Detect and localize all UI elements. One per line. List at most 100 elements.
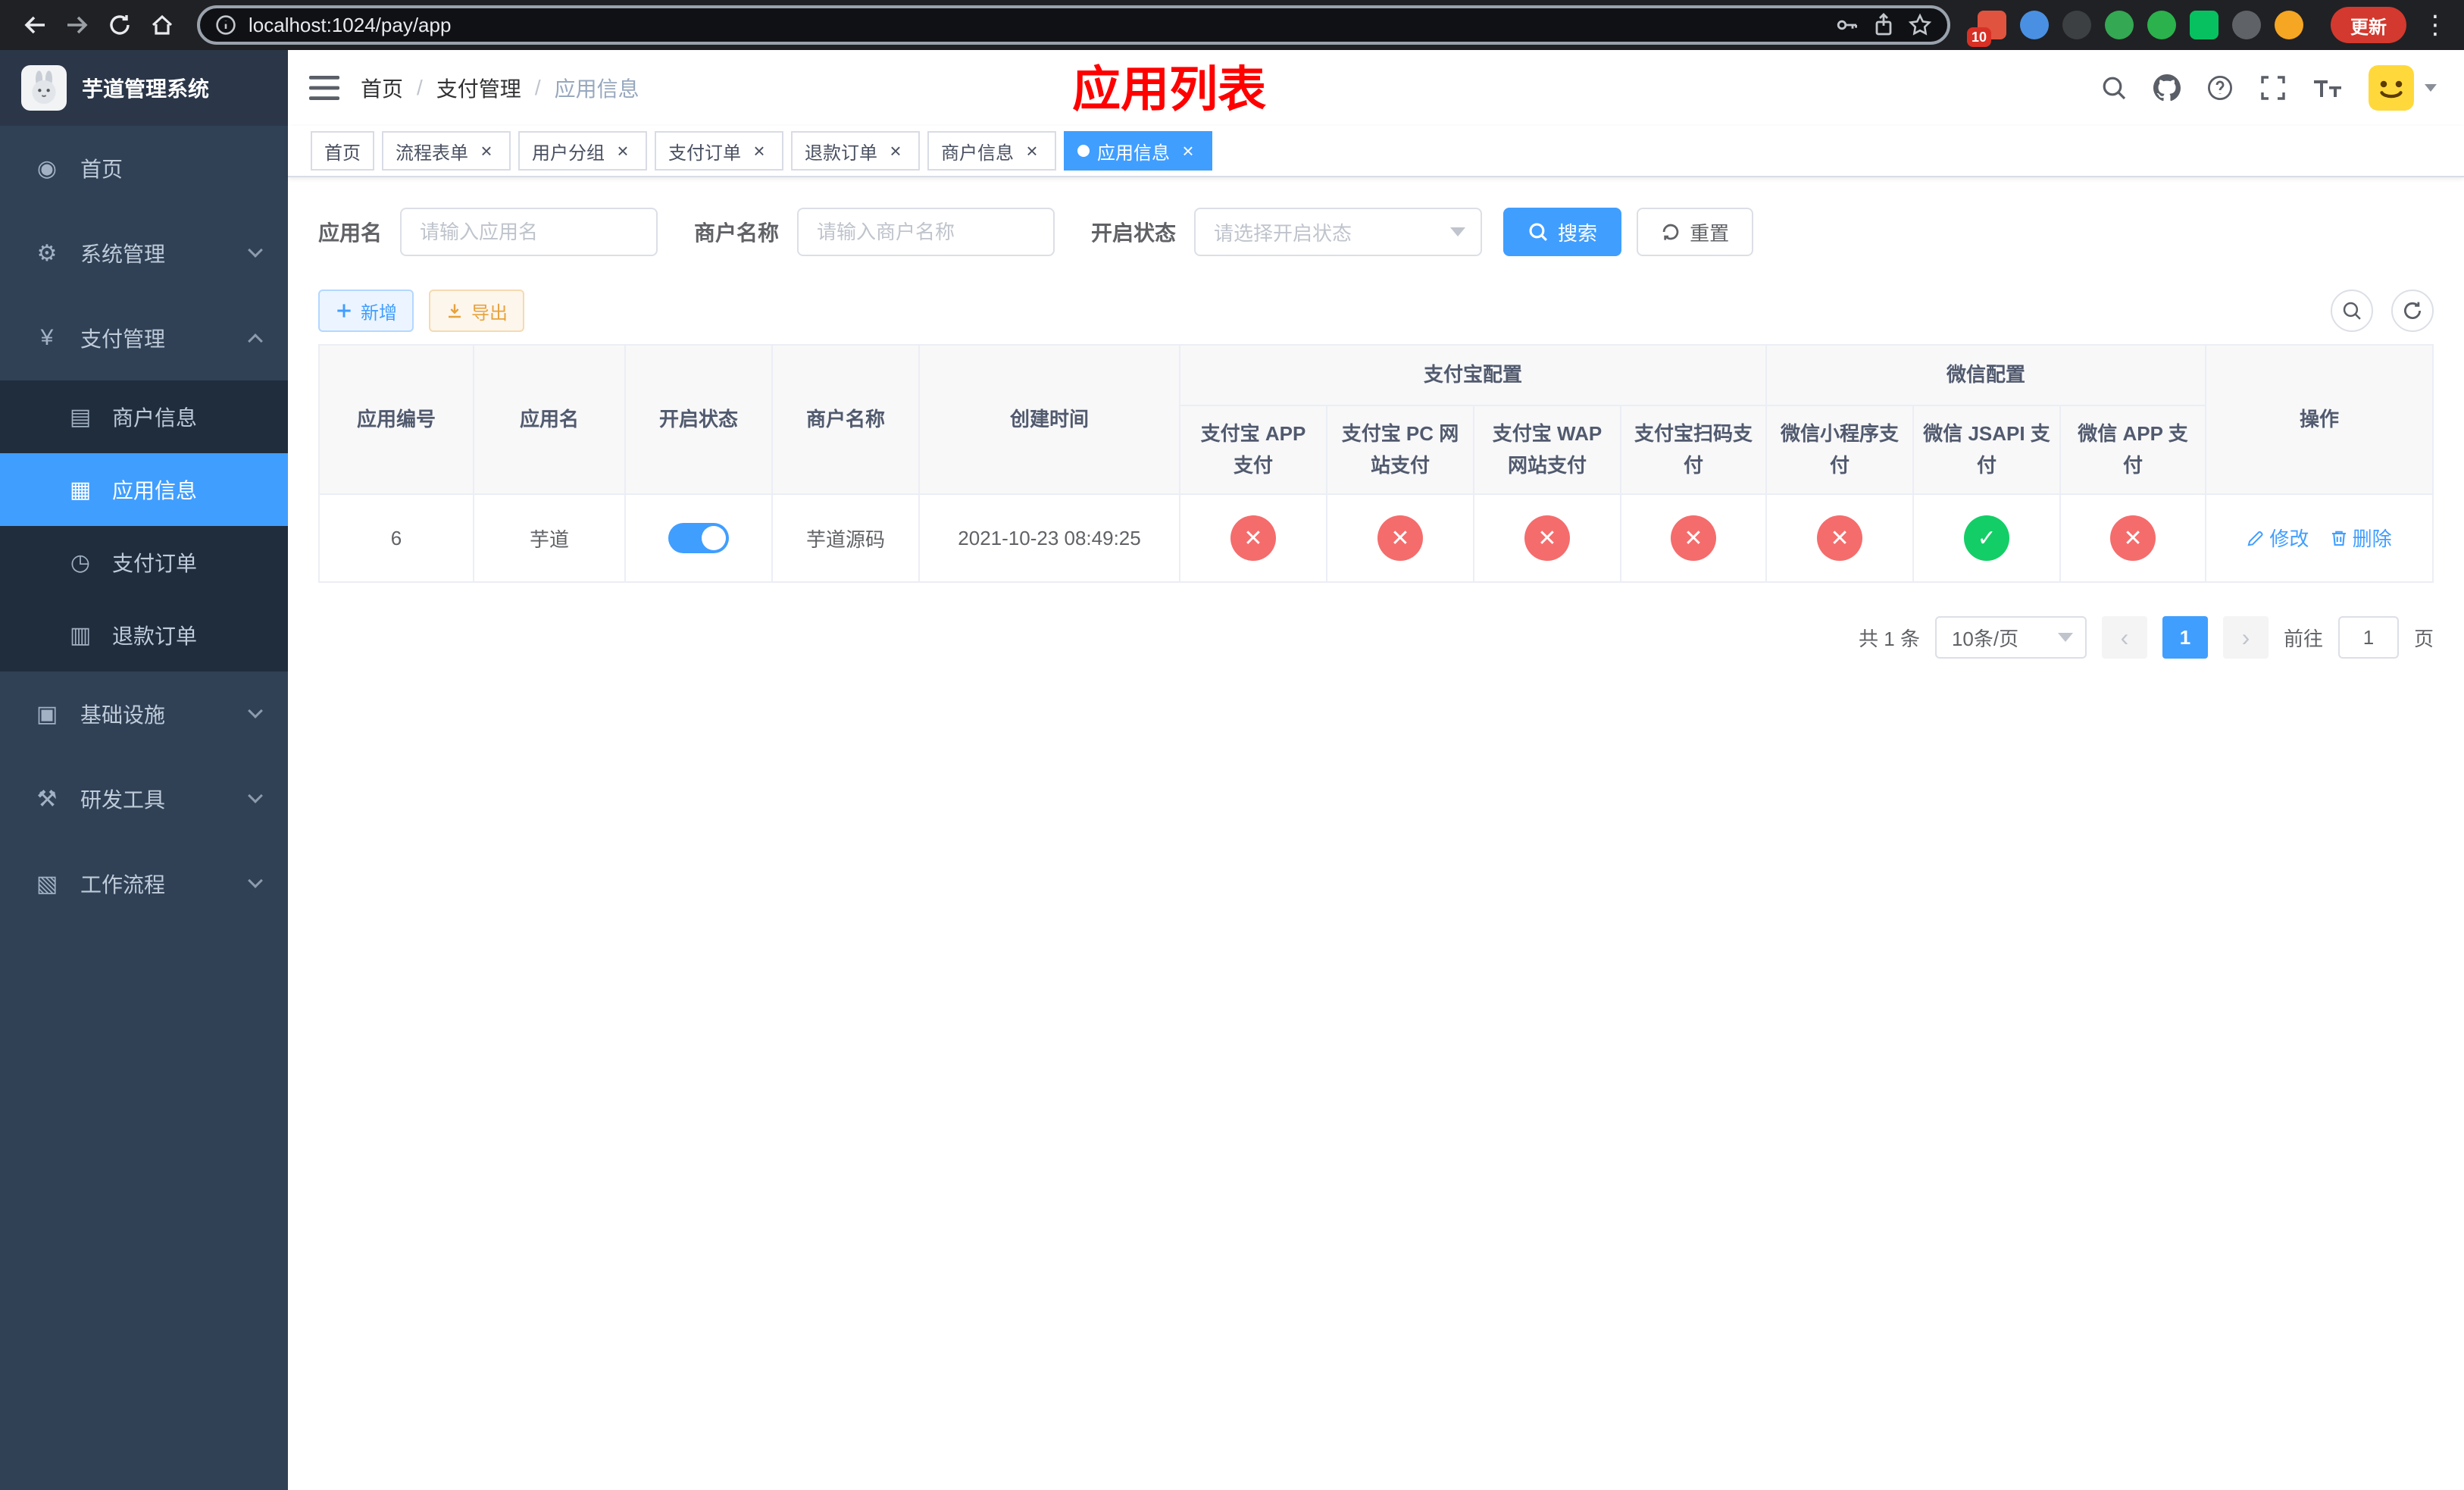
close-icon[interactable]: × [1177, 140, 1199, 161]
sidebar-logo[interactable]: 芋道管理系统 [0, 50, 288, 126]
close-icon[interactable]: × [1021, 140, 1043, 161]
reset-button[interactable]: 重置 [1637, 208, 1754, 256]
monitor-icon: ▣ [36, 701, 58, 727]
app-frame: 芋道管理系统 ◉ 首页 ⚙ 系统管理 ¥ 支付管理 ▤ 商户信息 ▦ 应用信息 [0, 50, 2464, 1490]
url-text: localhost:1024/pay/app [249, 13, 452, 36]
browser-menu-icon[interactable]: ⋮ [2422, 10, 2449, 40]
status-toggle[interactable] [668, 523, 729, 554]
page-number-1[interactable]: 1 [2162, 616, 2208, 659]
tab-home[interactable]: 首页 [311, 131, 374, 171]
extension-icon[interactable] [2062, 11, 2091, 39]
goto-suffix: 页 [2413, 627, 2434, 650]
cell-app-name: 芋道 [473, 493, 626, 584]
status-select[interactable]: 请选择开启状态 [1194, 208, 1483, 256]
gear-icon: ⚙ [36, 240, 58, 266]
close-icon[interactable]: × [885, 140, 906, 161]
sidebar-item-system[interactable]: ⚙ 系统管理 [0, 211, 288, 296]
export-button[interactable]: 导出 [429, 290, 524, 332]
browser-reload-button[interactable] [100, 5, 139, 45]
sidebar-subitem-pay-order[interactable]: ◷ 支付订单 [0, 526, 288, 599]
password-key-icon[interactable] [1835, 13, 1859, 37]
app-name-input[interactable] [400, 208, 658, 256]
add-button[interactable]: 新增 [318, 290, 414, 332]
grid-icon: ▦ [69, 477, 92, 502]
chevron-down-icon [248, 243, 263, 258]
browser-home-button[interactable] [142, 5, 182, 45]
close-icon[interactable]: × [749, 140, 770, 161]
chevron-up-icon [248, 333, 263, 349]
sidebar-subitem-app-info[interactable]: ▦ 应用信息 [0, 453, 288, 526]
alipay-app-status-icon: ✕ [1230, 515, 1276, 562]
active-tab-dot [1077, 145, 1090, 157]
browser-update-button[interactable]: 更新 [2331, 7, 2406, 43]
alipay-wap-status-icon: ✕ [1524, 515, 1570, 562]
payment-submenu: ▤ 商户信息 ▦ 应用信息 ◷ 支付订单 ▥ 退款订单 [0, 380, 288, 671]
sidebar-subitem-refund-order[interactable]: ▥ 退款订单 [0, 599, 288, 671]
extension-icon[interactable] [2147, 11, 2176, 39]
delete-button[interactable]: 删除 [2330, 524, 2392, 552]
help-icon[interactable] [2206, 74, 2234, 102]
bookmark-star-icon[interactable] [1908, 13, 1932, 37]
search-button[interactable]: 搜索 [1503, 208, 1622, 256]
col-header-wx-jsapi: 微信 JSAPI 支付 [1912, 405, 2062, 496]
share-icon[interactable] [1871, 13, 1896, 37]
extension-icon[interactable] [2190, 11, 2219, 39]
sidebar-item-devtools[interactable]: ⚒ 研发工具 [0, 756, 288, 841]
browser-forward-button[interactable] [58, 5, 97, 45]
extension-icon[interactable] [2105, 11, 2134, 39]
sidebar-item-workflow[interactable]: ▧ 工作流程 [0, 841, 288, 926]
site-info-icon[interactable] [215, 14, 236, 36]
browser-back-button[interactable] [15, 5, 55, 45]
table-row: 6 芋道 芋道源码 2021-10-23 08:49:25 ✕ ✕ ✕ ✕ ✕ … [318, 493, 2434, 584]
edit-button[interactable]: 修改 [2247, 524, 2309, 552]
tab-refund-order[interactable]: 退款订单 × [791, 131, 920, 171]
prev-page-button[interactable]: ‹ [2101, 616, 2147, 659]
address-bar[interactable]: localhost:1024/pay/app [197, 5, 1950, 45]
dashboard-icon: ◉ [36, 155, 58, 181]
close-icon[interactable]: × [612, 140, 633, 161]
next-page-button[interactable]: › [2222, 616, 2269, 659]
tab-app-info[interactable]: 应用信息 × [1064, 131, 1212, 171]
extension-icon[interactable] [2232, 11, 2261, 39]
tab-user-group[interactable]: 用户分组 × [518, 131, 647, 171]
tab-pay-order[interactable]: 支付订单 × [655, 131, 783, 171]
app-name-label: 应用名 [318, 221, 383, 245]
github-icon[interactable] [2153, 74, 2181, 102]
breadcrumb-home[interactable]: 首页 [361, 73, 403, 103]
col-header-alipay-pc: 支付宝 PC 网站支付 [1326, 405, 1474, 496]
yen-icon: ¥ [40, 325, 54, 350]
font-size-icon[interactable] [2312, 74, 2343, 102]
merchant-name-label: 商户名称 [694, 221, 780, 245]
page-title: 应用列表 [1072, 62, 1267, 117]
col-header-alipay-qr: 支付宝扫码支付 [1619, 405, 1768, 496]
fullscreen-icon[interactable] [2259, 74, 2287, 102]
sidebar-toggle-icon[interactable] [288, 50, 361, 126]
sidebar-item-payment[interactable]: ¥ 支付管理 [0, 296, 288, 380]
extension-icon[interactable] [2020, 11, 2049, 39]
briefcase-icon: ▧ [36, 871, 58, 897]
close-icon[interactable]: × [476, 140, 497, 161]
alipay-pc-status-icon: ✕ [1377, 515, 1423, 562]
extension-icon[interactable] [2275, 11, 2303, 39]
merchant-name-input[interactable] [797, 208, 1055, 256]
cell-merchant: 芋道源码 [771, 493, 920, 584]
total-count: 共 1 条 [1859, 627, 1920, 650]
goto-page-input[interactable] [2337, 616, 2399, 659]
breadcrumb-payment[interactable]: 支付管理 [436, 73, 521, 103]
sidebar-item-home[interactable]: ◉ 首页 [0, 126, 288, 211]
browser-toolbar: localhost:1024/pay/app 10 更新 ⋮ [0, 0, 2464, 50]
refresh-button[interactable] [2391, 290, 2434, 332]
sidebar-subitem-merchant-info[interactable]: ▤ 商户信息 [0, 380, 288, 453]
page-size-select[interactable]: 10条/页 [1934, 616, 2087, 659]
extension-badge: 10 [1967, 27, 1992, 47]
extension-icon[interactable]: 10 [1967, 11, 2006, 47]
filter-form: 应用名 商户名称 开启状态 请选择开启状态 搜索 重置 [318, 208, 2434, 256]
sidebar-item-infrastructure[interactable]: ▣ 基础设施 [0, 671, 288, 756]
breadcrumb-separator: / [534, 76, 541, 99]
tab-process-form[interactable]: 流程表单 × [382, 131, 511, 171]
hide-search-button[interactable] [2331, 290, 2373, 332]
search-icon[interactable] [2100, 74, 2128, 102]
tab-merchant-info[interactable]: 商户信息 × [927, 131, 1056, 171]
user-menu[interactable] [2369, 65, 2437, 111]
cell-actions: 修改 删除 [2205, 493, 2434, 584]
